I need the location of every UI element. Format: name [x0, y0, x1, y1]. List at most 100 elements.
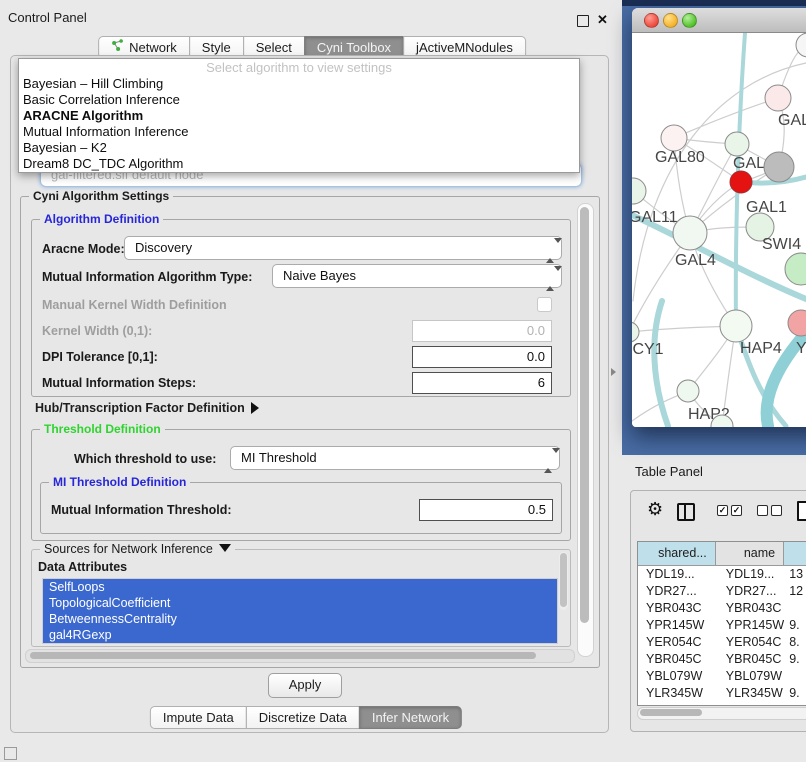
hide-columns-icon[interactable]: [757, 505, 785, 523]
cell-shared-name[interactable]: YER054C: [638, 634, 716, 651]
attribute-item-selected[interactable]: SelfLoops: [43, 579, 557, 595]
tab[interactable]: Discretize Data: [246, 706, 360, 729]
dpi-tolerance-field[interactable]: 0.0: [412, 346, 552, 368]
gear-icon[interactable]: ⚙: [647, 500, 663, 518]
network-node[interactable]: [720, 310, 752, 342]
mi-steps-field[interactable]: 6: [412, 372, 552, 394]
tab[interactable]: Impute Data: [150, 706, 247, 729]
network-edge[interactable]: [632, 215, 806, 299]
algorithm-option[interactable]: ARACNE Algorithm: [19, 108, 579, 124]
network-node[interactable]: [673, 216, 707, 250]
split-pane-arrow-icon[interactable]: [611, 368, 616, 376]
cell-shared-name[interactable]: YBL079W: [638, 668, 716, 685]
cell-name[interactable]: YIL052C: [716, 702, 784, 706]
cell-value[interactable]: 9.: [784, 685, 806, 702]
cell-shared-name[interactable]: YDR27...: [638, 583, 716, 600]
window-zoom-button[interactable]: [682, 13, 697, 28]
close-icon[interactable]: ✕: [597, 12, 608, 28]
cell-shared-name[interactable]: YDL19...: [638, 566, 716, 583]
show-checked-columns-icon[interactable]: ✓✓: [717, 505, 745, 523]
minimized-panel-icon[interactable]: [4, 747, 17, 760]
algorithm-option[interactable]: Basic Correlation Inference: [19, 92, 579, 108]
cell-shared-name[interactable]: YPR145W: [638, 617, 716, 634]
attribute-item-selected[interactable]: TopologicalCoefficient: [43, 595, 557, 611]
cell-name[interactable]: YPR145W: [716, 617, 784, 634]
network-canvas[interactable]: GALGAL80GAL10GAL1GAL11SWI4GAL4GCY1HAP4YH…: [632, 33, 806, 427]
scrollbar-thumb[interactable]: [640, 709, 702, 716]
scrollbar-thumb[interactable]: [580, 207, 589, 623]
table-row[interactable]: YPR145W YPR145W 9.: [638, 617, 806, 634]
network-node[interactable]: [725, 132, 749, 156]
window-minimize-button[interactable]: [663, 13, 678, 28]
aracne-mode-combo[interactable]: Discovery: [124, 236, 562, 260]
cell-name[interactable]: YBL079W: [716, 668, 784, 685]
cell-value[interactable]: 8.: [784, 634, 806, 651]
cell-shared-name[interactable]: YLR345W: [638, 685, 716, 702]
columns-icon[interactable]: [677, 503, 695, 521]
network-node[interactable]: [765, 85, 791, 111]
algorithm-option[interactable]: Bayesian – K2: [19, 140, 579, 156]
network-edge[interactable]: [674, 98, 778, 138]
column-header-shared-name[interactable]: shared...: [638, 542, 716, 565]
cell-value[interactable]: 9.: [784, 617, 806, 634]
network-edge[interactable]: [654, 301, 668, 426]
table-row[interactable]: YLR345W YLR345W 9.: [638, 685, 806, 702]
network-node[interactable]: [785, 253, 806, 285]
cell-name[interactable]: YDL19...: [716, 566, 784, 583]
network-node[interactable]: [661, 125, 687, 151]
network-node[interactable]: [677, 380, 699, 402]
cell-name[interactable]: YBR045C: [716, 651, 784, 668]
network-window-titlebar[interactable]: [632, 8, 806, 33]
mi-threshold-field[interactable]: 0.5: [419, 499, 553, 521]
cell-value[interactable]: 9.: [784, 702, 806, 706]
table-row[interactable]: YBL079W YBL079W: [638, 668, 806, 685]
table-row[interactable]: YER054C YER054C 8.: [638, 634, 806, 651]
cell-value[interactable]: 13: [784, 566, 806, 583]
scrollbar-thumb[interactable]: [30, 652, 536, 659]
table-row[interactable]: YDR27... YDR27... 12: [638, 583, 806, 600]
algorithm-option[interactable]: Dream8 DC_TDC Algorithm: [19, 156, 579, 172]
window-close-button[interactable]: [644, 13, 659, 28]
cell-name[interactable]: YDR27...: [716, 583, 784, 600]
settings-horizontal-scrollbar[interactable]: [25, 649, 575, 663]
settings-vertical-scrollbar[interactable]: [577, 203, 594, 657]
attribute-item-selected[interactable]: BetweennessCentrality: [43, 611, 557, 627]
table-row[interactable]: YBR045C YBR045C 9.: [638, 651, 806, 668]
network-graph[interactable]: GALGAL80GAL10GAL1GAL11SWI4GAL4GCY1HAP4YH…: [632, 33, 806, 427]
sources-group-title[interactable]: Sources for Network Inference: [40, 542, 235, 556]
column-header-name[interactable]: name: [716, 542, 784, 565]
cell-shared-name[interactable]: YBR045C: [638, 651, 716, 668]
manual-kernel-checkbox[interactable]: [537, 297, 552, 312]
network-node[interactable]: [632, 322, 639, 342]
cell-name[interactable]: YBR043C: [716, 600, 784, 617]
algorithm-option[interactable]: Bayesian – Hill Climbing: [19, 76, 579, 92]
cell-name[interactable]: YLR345W: [716, 685, 784, 702]
table-row[interactable]: YIL052C YIL052C 9.: [638, 702, 806, 706]
float-icon[interactable]: [577, 14, 589, 32]
attribute-item-selected[interactable]: gal4RGexp: [43, 627, 557, 643]
hub-expander[interactable]: Hub/Transcription Factor Definition: [35, 401, 259, 415]
algorithm-option[interactable]: Mutual Information Inference: [19, 124, 579, 140]
cell-value[interactable]: [784, 668, 806, 685]
cell-shared-name[interactable]: YBR043C: [638, 600, 716, 617]
cell-value[interactable]: [784, 600, 806, 617]
apply-button[interactable]: Apply: [268, 673, 342, 698]
network-node[interactable]: [730, 171, 752, 193]
cell-shared-name[interactable]: YIL052C: [638, 702, 716, 706]
cell-value[interactable]: 9.: [784, 651, 806, 668]
attributes-scrollbar[interactable]: [559, 552, 568, 610]
table-horizontal-scrollbar[interactable]: [637, 707, 806, 720]
scrollbar-thumb[interactable]: [560, 553, 567, 607]
which-threshold-combo[interactable]: MI Threshold: [230, 446, 560, 470]
cell-name[interactable]: YER054C: [716, 634, 784, 651]
table-row[interactable]: YDL19... YDL19... 13: [638, 566, 806, 583]
column-header-partial[interactable]: [784, 542, 806, 565]
network-node[interactable]: [764, 152, 794, 182]
tab[interactable]: Infer Network: [359, 706, 462, 729]
kernel-width-field[interactable]: 0.0: [412, 320, 552, 342]
mi-type-combo[interactable]: Naive Bayes: [272, 264, 562, 288]
cell-value[interactable]: 12: [784, 583, 806, 600]
export-table-icon[interactable]: [797, 501, 806, 521]
table-row[interactable]: YBR043C YBR043C: [638, 600, 806, 617]
network-node[interactable]: [788, 310, 806, 336]
